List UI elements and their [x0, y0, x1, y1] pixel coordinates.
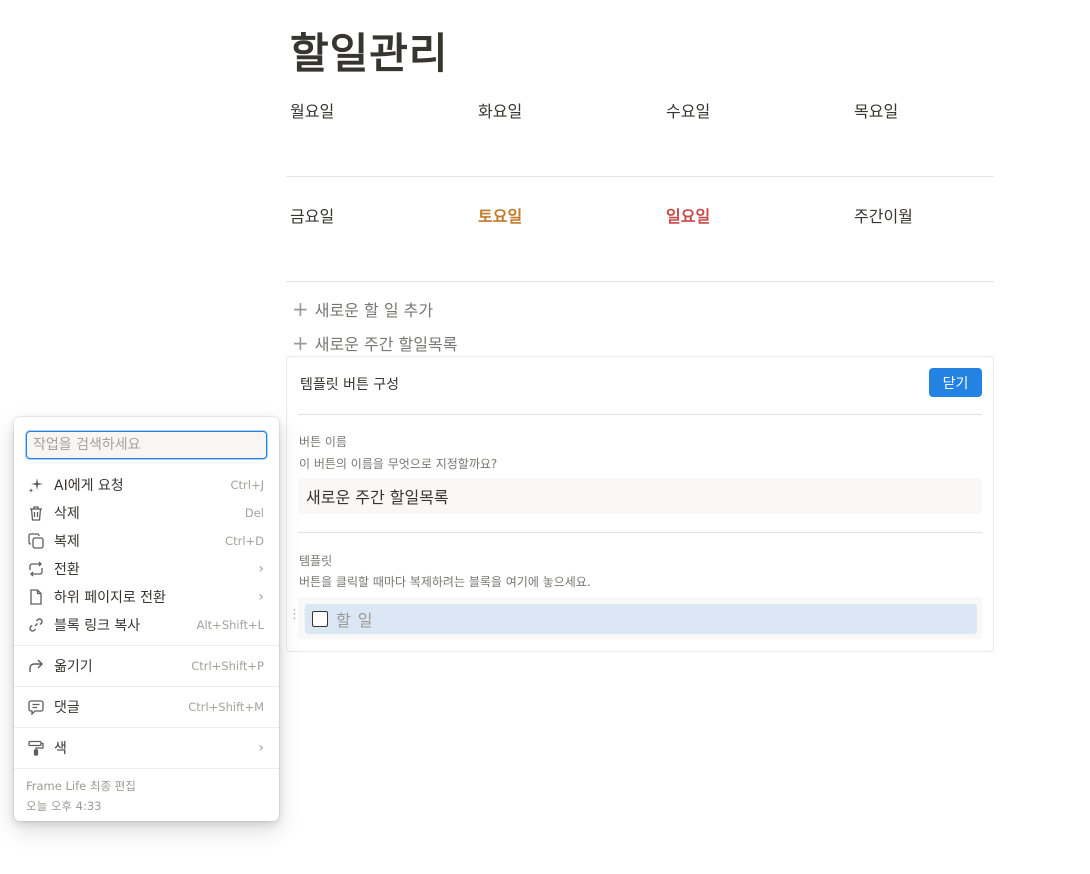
add-todo-button[interactable]: + 새로운 할 일 추가 — [292, 297, 433, 321]
template-label: 템플릿 — [299, 554, 333, 568]
template-drop-area: ⋮⋮ 할 일 — [288, 597, 982, 639]
day-wednesday[interactable]: 수요일 — [666, 98, 710, 122]
menu-item-label: 복제 — [54, 534, 80, 550]
week-row: 금요일 토요일 일요일 주간이월 — [286, 177, 994, 282]
trash-icon — [26, 503, 46, 523]
divider — [298, 414, 982, 415]
menu-divider — [14, 727, 279, 728]
menu-divider — [14, 645, 279, 646]
button-name-description: 이 버튼의 이름을 무엇으로 지정할까요? — [299, 457, 498, 471]
plus-icon: + — [292, 297, 309, 321]
menu-item-label: 색 — [54, 741, 67, 757]
menu-item-turn-into[interactable]: 전환 › — [24, 555, 269, 583]
menu-item-color[interactable]: 색 › — [24, 734, 269, 762]
chevron-right-icon: › — [258, 561, 264, 577]
close-button[interactable]: 닫기 — [929, 368, 982, 397]
menu-divider — [14, 686, 279, 687]
week-row: 월요일 화요일 수요일 목요일 — [286, 72, 994, 177]
menu-item-move[interactable]: 옮기기 Ctrl+Shift+P — [24, 652, 269, 680]
menu-item-shortcut: Ctrl+D — [225, 534, 264, 548]
sparkle-icon — [26, 475, 46, 495]
menu-item-label: 댓글 — [54, 700, 80, 716]
last-edited-by: Frame Life 최종 편집 — [26, 779, 136, 793]
comment-icon — [26, 697, 46, 717]
day-friday[interactable]: 금요일 — [290, 203, 334, 227]
menu-item-shortcut: Alt+Shift+L — [196, 618, 264, 632]
button-name-input[interactable]: 새로운 주간 할일목록 — [298, 478, 982, 514]
block-context-menu: AI에게 요청 Ctrl+J 삭제 Del 복제 Ctrl+D 전환 › 하위 … — [14, 417, 279, 821]
menu-item-shortcut: Del — [244, 506, 264, 520]
day-thursday[interactable]: 목요일 — [854, 98, 898, 122]
move-icon — [26, 656, 46, 676]
todo-block[interactable]: 할 일 — [305, 604, 977, 634]
action-search-input[interactable] — [26, 431, 267, 459]
day-saturday[interactable]: 토요일 — [478, 203, 522, 227]
menu-item-label: AI에게 요청 — [54, 478, 124, 494]
last-edited-time: 오늘 오후 4:33 — [26, 799, 102, 813]
duplicate-icon — [26, 531, 46, 551]
menu-item-label: 옮기기 — [54, 659, 93, 675]
todo-checkbox[interactable] — [312, 611, 328, 627]
day-sunday[interactable]: 일요일 — [666, 203, 710, 227]
menu-item-shortcut: Ctrl+J — [230, 478, 265, 492]
menu-item-shortcut: Ctrl+Shift+M — [188, 700, 264, 714]
menu-item-label: 블록 링크 복사 — [54, 618, 141, 634]
todo-text[interactable]: 할 일 — [336, 607, 374, 631]
add-todo-label: 새로운 할 일 추가 — [314, 301, 434, 320]
button-name-label: 버튼 이름 — [299, 435, 347, 449]
day-monday[interactable]: 월요일 — [290, 98, 334, 122]
panel-title: 템플릿 버튼 구성 — [300, 377, 400, 393]
add-weekly-label: 새로운 주간 할일목록 — [314, 335, 458, 354]
menu-item-duplicate[interactable]: 복제 Ctrl+D — [24, 527, 269, 555]
divider — [298, 532, 982, 533]
weekly-carryover[interactable]: 주간이월 — [854, 203, 913, 227]
menu-item-shortcut: Ctrl+Shift+P — [191, 659, 264, 673]
menu-item-comment[interactable]: 댓글 Ctrl+Shift+M — [24, 693, 269, 721]
template-description: 버튼을 클릭할 때마다 복제하려는 블록을 여기에 놓으세요. — [299, 575, 591, 589]
plus-icon: + — [292, 331, 309, 355]
menu-divider — [14, 768, 279, 769]
menu-item-turn-into-page[interactable]: 하위 페이지로 전환 › — [24, 583, 269, 611]
menu-item-label: 삭제 — [54, 506, 80, 522]
template-button-panel: 템플릿 버튼 구성 닫기 버튼 이름 이 버튼의 이름을 무엇으로 지정할까요?… — [286, 356, 994, 652]
chevron-right-icon: › — [258, 740, 264, 756]
menu-item-ask-ai[interactable]: AI에게 요청 Ctrl+J — [24, 471, 269, 499]
paint-roller-icon — [26, 738, 46, 758]
link-icon — [26, 615, 46, 635]
menu-item-label: 하위 페이지로 전환 — [54, 590, 166, 606]
menu-item-copy-link[interactable]: 블록 링크 복사 Alt+Shift+L — [24, 611, 269, 639]
add-weekly-button[interactable]: + 새로운 주간 할일목록 — [292, 331, 457, 355]
menu-item-delete[interactable]: 삭제 Del — [24, 499, 269, 527]
chevron-right-icon: › — [258, 589, 264, 605]
day-tuesday[interactable]: 화요일 — [478, 98, 522, 122]
menu-item-label: 전환 — [54, 562, 80, 578]
page-icon — [26, 587, 46, 607]
turn-into-icon — [26, 559, 46, 579]
